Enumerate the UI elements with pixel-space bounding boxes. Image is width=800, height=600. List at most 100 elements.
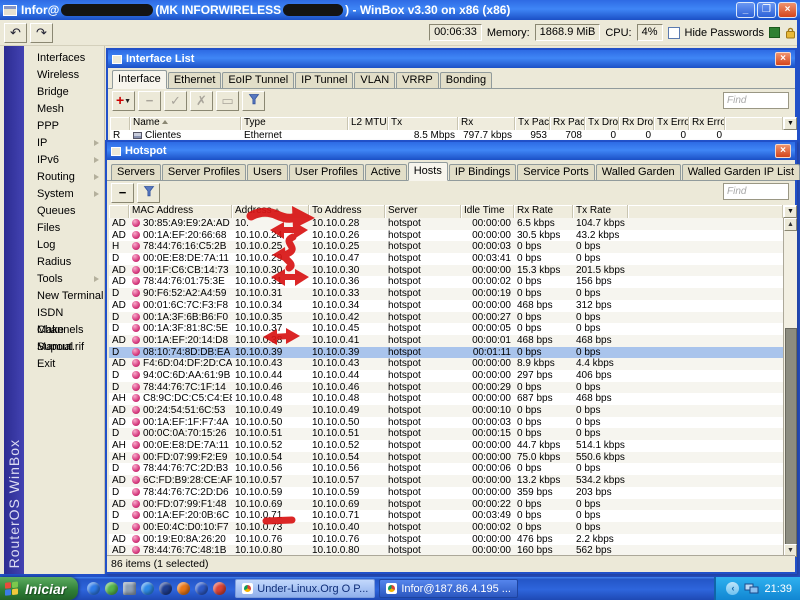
show-desktop-icon[interactable] bbox=[123, 582, 136, 595]
tab-hs-user-profiles[interactable]: User Profiles bbox=[289, 164, 364, 180]
column-header-type[interactable]: Type bbox=[241, 117, 348, 130]
hotspot-close-icon[interactable]: × bbox=[775, 144, 791, 158]
column-header-mac-address[interactable]: MAC Address bbox=[129, 205, 232, 218]
sidebar-item-new-terminal[interactable]: New Terminal bbox=[24, 288, 104, 305]
host-row[interactable]: AD00:FD:07:99:F1:4810.10.0.6910.10.0.69h… bbox=[109, 499, 797, 511]
column-header-rx-pac[interactable]: Rx Pac... bbox=[550, 117, 585, 130]
column-header-rx-drops[interactable]: Rx Drops bbox=[619, 117, 654, 130]
column-header-to-address[interactable]: To Address bbox=[309, 205, 385, 218]
sidebar-item-interfaces[interactable]: Interfaces bbox=[24, 50, 104, 67]
column-header-name[interactable]: Name bbox=[130, 117, 241, 130]
sidebar-item-system[interactable]: System bbox=[24, 186, 104, 203]
redo-icon[interactable]: ↷ bbox=[30, 23, 53, 43]
sidebar-item-bridge[interactable]: Bridge bbox=[24, 84, 104, 101]
tab-hs-service-ports[interactable]: Service Ports bbox=[517, 164, 594, 180]
column-header-idle-time[interactable]: Idle Time bbox=[461, 205, 514, 218]
column-header-tx-errors[interactable]: Tx Errors bbox=[654, 117, 689, 130]
restore-button[interactable]: ❐ bbox=[757, 2, 776, 18]
ie-icon[interactable] bbox=[87, 582, 100, 595]
host-row[interactable]: D94:0C:6D:AA:61:9B10.10.0.4410.10.0.44ho… bbox=[109, 370, 797, 382]
interface-list-close-icon[interactable]: × bbox=[775, 52, 791, 66]
column-chooser-icon[interactable]: ▼ bbox=[783, 117, 797, 130]
network-tray-icon[interactable] bbox=[744, 583, 759, 595]
hotspot-titlebar[interactable]: Hotspot × bbox=[107, 142, 795, 160]
column-chooser-icon[interactable]: ▼ bbox=[783, 205, 797, 218]
host-row[interactable]: D00:1A:3F:6B:B6:F010.10.0.3510.10.0.42ho… bbox=[109, 312, 797, 324]
ie-icon-2[interactable] bbox=[141, 582, 154, 595]
tab-il-bonding[interactable]: Bonding bbox=[440, 72, 492, 88]
sidebar-item-mesh[interactable]: Mesh bbox=[24, 101, 104, 118]
taskbar-task-infor-187-86-4-195[interactable]: Infor@187.86.4.195 ... bbox=[379, 579, 518, 598]
host-row[interactable]: D00:0C:0A:70:15:2610.10.0.5110.10.0.51ho… bbox=[109, 428, 797, 440]
column-header-rx-rate[interactable]: Rx Rate bbox=[514, 205, 573, 218]
scrollbar-thumb[interactable] bbox=[785, 328, 797, 548]
hotspot-find-input[interactable] bbox=[723, 183, 789, 200]
column-header-flags[interactable] bbox=[110, 117, 130, 130]
sidebar-item-ipv6[interactable]: IPv6 bbox=[24, 152, 104, 169]
column-header-tx[interactable]: Tx bbox=[388, 117, 458, 130]
column-header-tx-pac[interactable]: Tx Pac... bbox=[515, 117, 550, 130]
tab-hs-hosts[interactable]: Hosts bbox=[408, 162, 448, 181]
tab-il-interface[interactable]: Interface bbox=[112, 70, 167, 89]
sidebar-item-ppp[interactable]: PPP bbox=[24, 118, 104, 135]
add-button[interactable]: +▼ bbox=[112, 91, 135, 111]
minimize-button[interactable]: _ bbox=[736, 2, 755, 18]
tab-hs-active[interactable]: Active bbox=[365, 164, 407, 180]
tab-hs-users[interactable]: Users bbox=[247, 164, 288, 180]
host-row[interactable]: AD6C:FD:B9:28:CE:AF10.10.0.5710.10.0.57h… bbox=[109, 475, 797, 487]
close-button[interactable]: × bbox=[778, 2, 797, 18]
host-row[interactable]: ADF4:6D:04:DF:2D:CA10.10.0.4310.10.0.43h… bbox=[109, 358, 797, 370]
sidebar-item-queues[interactable]: Queues bbox=[24, 203, 104, 220]
host-row[interactable]: AD30:85:A9:E9:2A:AD10.10.10.0.28hotspot0… bbox=[109, 218, 797, 230]
interface-list-titlebar[interactable]: Interface List × bbox=[108, 50, 795, 68]
chrome-icon[interactable] bbox=[213, 582, 226, 595]
tab-hs-walled-garden[interactable]: Walled Garden bbox=[596, 164, 681, 180]
wmp-icon[interactable] bbox=[195, 582, 208, 595]
disable-button[interactable]: ✗ bbox=[190, 91, 213, 111]
comment-button[interactable]: ▭ bbox=[216, 91, 239, 111]
tray-chevron-icon[interactable]: ‹ bbox=[726, 582, 739, 595]
taskbar-task-under-linux-org-o-p[interactable]: Under-Linux.Org O P... bbox=[235, 579, 375, 598]
sidebar-item-ip[interactable]: IP bbox=[24, 135, 104, 152]
column-header-l2-mtu[interactable]: L2 MTU bbox=[348, 117, 388, 130]
tab-il-ip-tunnel[interactable]: IP Tunnel bbox=[295, 72, 353, 88]
host-row[interactable]: D78:44:76:7C:2D:B310.10.0.5610.10.0.56ho… bbox=[109, 463, 797, 475]
host-row[interactable]: D78:44:76:7C:1F:1410.10.0.4610.10.0.46ho… bbox=[109, 382, 797, 394]
tab-hs-walled-garden-ip-list[interactable]: Walled Garden IP List bbox=[682, 164, 800, 180]
opera-icon[interactable] bbox=[159, 582, 172, 595]
hotspot-filter-button[interactable] bbox=[137, 183, 160, 203]
column-header-rx[interactable]: Rx bbox=[458, 117, 515, 130]
filter-button[interactable] bbox=[242, 91, 265, 111]
host-row[interactable]: AHC8:9C:DC:C5:C4:E810.10.0.4810.10.0.48h… bbox=[109, 393, 797, 405]
host-row[interactable]: AD00:1A:EF:20:66:6810.10.0.2410.10.0.26h… bbox=[109, 230, 797, 242]
remove-button[interactable]: − bbox=[138, 91, 161, 111]
sidebar-item-tools[interactable]: Tools bbox=[24, 271, 104, 288]
tab-il-vlan[interactable]: VLAN bbox=[354, 72, 395, 88]
host-row[interactable]: D78:44:76:7C:2D:D610.10.0.5910.10.0.59ho… bbox=[109, 487, 797, 499]
msn-icon[interactable] bbox=[105, 582, 118, 595]
column-header-tx-drops[interactable]: Tx Drops bbox=[585, 117, 619, 130]
interface-find-input[interactable] bbox=[723, 92, 789, 109]
sidebar-item-routing[interactable]: Routing bbox=[24, 169, 104, 186]
tab-hs-server-profiles[interactable]: Server Profiles bbox=[162, 164, 246, 180]
column-header-server[interactable]: Server bbox=[385, 205, 461, 218]
column-header-rx-errors[interactable]: Rx Errors bbox=[689, 117, 725, 130]
hosts-scrollbar[interactable]: ▲ ▼ bbox=[783, 218, 797, 557]
remove-host-button[interactable]: − bbox=[111, 183, 134, 203]
sidebar-item-isdn-channels[interactable]: ISDN Channels bbox=[24, 305, 104, 322]
host-row[interactable]: AD00:1A:EF:20:14:D810.10.0.3810.10.0.41h… bbox=[109, 335, 797, 347]
host-row[interactable]: AH00:0E:E8:DE:7A:1110.10.0.5210.10.0.52h… bbox=[109, 440, 797, 452]
host-row[interactable]: AD00:01:6C:7C:F3:F810.10.0.3410.10.0.34h… bbox=[109, 300, 797, 312]
sidebar-item-manual[interactable]: Manual bbox=[24, 339, 104, 356]
host-row[interactable]: D00:0E:E8:DE:7A:1110.10.0.2910.10.0.47ho… bbox=[109, 253, 797, 265]
host-row[interactable]: AD00:19:E0:8A:26:2010.10.0.7610.10.0.76h… bbox=[109, 534, 797, 546]
host-row[interactable]: AD78:44:76:01:75:3E10.10.0.3110.10.0.36h… bbox=[109, 276, 797, 288]
sidebar-item-log[interactable]: Log bbox=[24, 237, 104, 254]
host-row[interactable]: D00:E0:4C:D0:10:F710.10.0.7310.10.0.40ho… bbox=[109, 522, 797, 534]
host-row[interactable]: D00:1A:3F:81:8C:5E10.10.0.3710.10.0.45ho… bbox=[109, 323, 797, 335]
column-header-flags[interactable] bbox=[109, 205, 129, 218]
host-row[interactable]: AD00:1A:EF:1F:F7:4A10.10.0.5010.10.0.50h… bbox=[109, 417, 797, 429]
host-row[interactable]: H78:44:76:16:C5:2B10.10.0.2510.10.0.25ho… bbox=[109, 241, 797, 253]
tab-hs-ip-bindings[interactable]: IP Bindings bbox=[449, 164, 516, 180]
host-row[interactable]: D90:F6:52:A2:A4:5910.10.0.3110.10.0.33ho… bbox=[109, 288, 797, 300]
